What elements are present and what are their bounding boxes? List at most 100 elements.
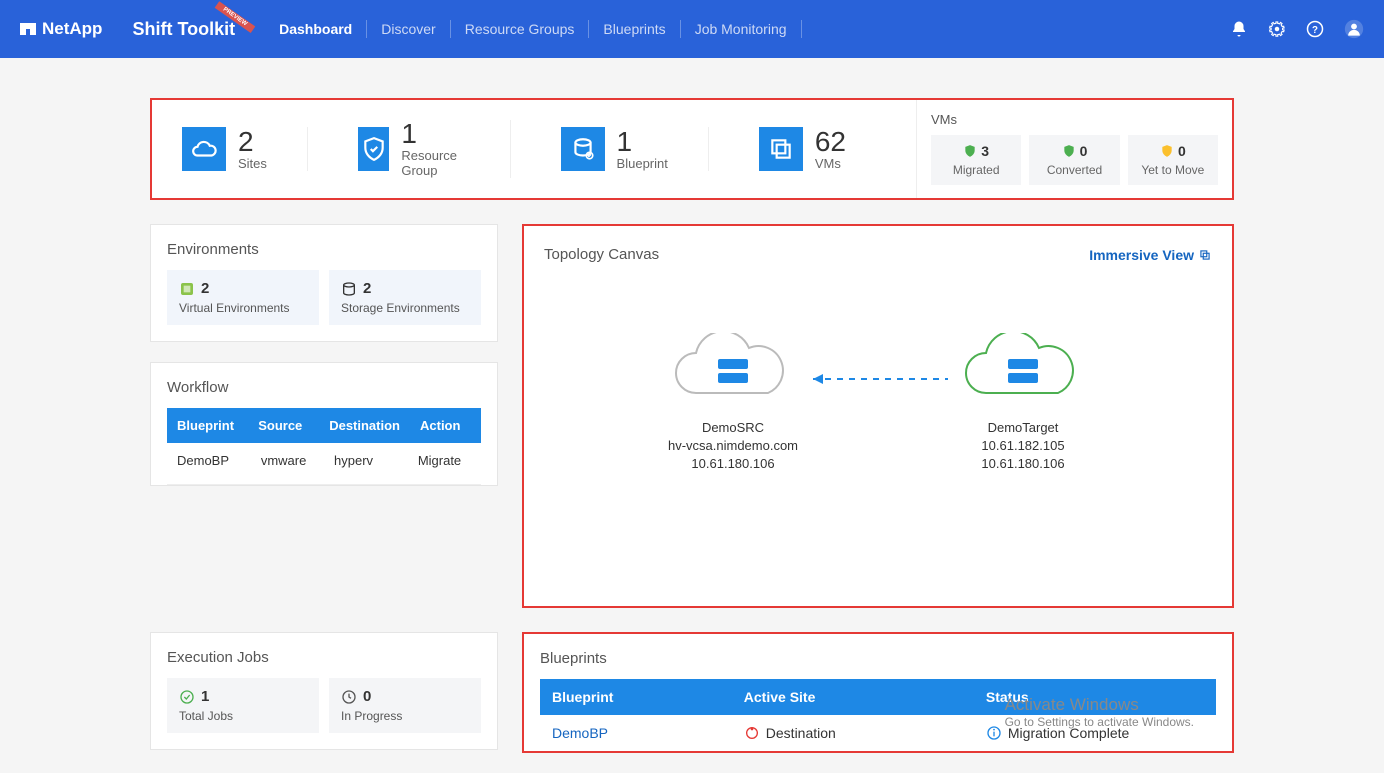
info-circle-icon	[986, 725, 1002, 741]
warning-shield-icon	[1160, 144, 1174, 158]
wf-row-destination: hyperv	[324, 443, 408, 478]
product-name: Shift Toolkit PREVIEW	[132, 19, 235, 40]
nav-resource-groups[interactable]: Resource Groups	[451, 20, 590, 38]
execution-jobs-panel: Execution Jobs 1 Total Jobs 0 In Progres…	[150, 632, 498, 750]
exec-total-value: 1	[201, 688, 209, 705]
blueprints-table-header: Blueprint Active Site Status	[540, 679, 1216, 715]
topology-arrow-icon	[803, 369, 953, 389]
env-title: Environments	[167, 241, 481, 258]
environments-panel: Environments 2 Virtual Environments 2 St…	[150, 224, 498, 342]
source-node-host: hv-vcsa.nimdemo.com	[653, 437, 813, 455]
check-shield-icon	[963, 144, 977, 158]
blueprints-title: Blueprints	[524, 650, 1232, 667]
env-storage-card[interactable]: 2 Storage Environments	[329, 270, 481, 325]
nav-job-monitoring[interactable]: Job Monitoring	[681, 20, 802, 38]
header-actions: ?	[1230, 19, 1364, 39]
exec-inprog-value: 0	[363, 688, 371, 705]
target-node-ip1: 10.61.182.105	[943, 437, 1103, 455]
topology-canvas: DemoSRC hv-vcsa.nimdemo.com 10.61.180.10…	[544, 333, 1212, 474]
immersive-view-link[interactable]: Immersive View	[1089, 247, 1212, 263]
kpi-sites-value: 2	[238, 128, 267, 156]
cloud-source-icon	[668, 333, 798, 411]
topology-source-node[interactable]: DemoSRC hv-vcsa.nimdemo.com 10.61.180.10…	[653, 333, 813, 474]
env-storage-label: Storage Environments	[341, 301, 469, 315]
kpi-vms-label: VMs	[815, 156, 846, 171]
help-icon[interactable]: ?	[1306, 20, 1324, 38]
bell-icon[interactable]	[1230, 20, 1248, 38]
gear-icon[interactable]	[1268, 20, 1286, 38]
clock-icon	[341, 689, 357, 705]
vm-stat-yettomove[interactable]: 0 Yet to Move	[1128, 135, 1218, 185]
product-name-text: Shift Toolkit	[132, 19, 235, 39]
vm-yet-label: Yet to Move	[1132, 163, 1214, 177]
main-nav: Dashboard Discover Resource Groups Bluep…	[265, 20, 1230, 38]
exec-inprog-card[interactable]: 0 In Progress	[329, 678, 481, 733]
check-shield-icon	[1062, 144, 1076, 158]
kpi-summary: 2Sites 1Resource Group 1Blueprint 62VMs …	[150, 98, 1234, 200]
topology-title: Topology Canvas	[544, 246, 659, 263]
vm-stat-converted[interactable]: 0 Converted	[1029, 135, 1119, 185]
vm-box-title: VMs	[931, 112, 1218, 127]
workflow-row[interactable]: DemoBP vmware hyperv Migrate	[167, 443, 481, 485]
workflow-panel: Workflow Blueprint Source Destination Ac…	[150, 362, 498, 486]
target-circle-icon	[744, 725, 760, 741]
env-storage-value: 2	[363, 280, 371, 297]
wf-hdr-action: Action	[410, 408, 481, 443]
shield-icon	[358, 127, 389, 171]
svg-text:?: ?	[1312, 25, 1318, 36]
storage-icon	[341, 281, 357, 297]
vm-converted-value: 0	[1080, 143, 1088, 159]
brand-logo: NetApp	[20, 19, 102, 39]
kpi-vms[interactable]: 62VMs	[759, 127, 886, 171]
vm-yet-value: 0	[1178, 143, 1186, 159]
kpi-rg-value: 1	[401, 120, 469, 148]
nav-blueprints[interactable]: Blueprints	[589, 20, 680, 38]
source-node-name: DemoSRC	[653, 419, 813, 437]
env-virtual-label: Virtual Environments	[179, 301, 307, 315]
cloud-target-icon	[958, 333, 1088, 411]
vmware-icon	[179, 281, 195, 297]
wf-hdr-source: Source	[248, 408, 319, 443]
exec-total-card[interactable]: 1 Total Jobs	[167, 678, 319, 733]
app-header: NetApp Shift Toolkit PREVIEW Dashboard D…	[0, 0, 1384, 58]
bp-hdr-site: Active Site	[732, 679, 974, 715]
env-virtual-value: 2	[201, 280, 209, 297]
kpi-blueprint[interactable]: 1Blueprint	[561, 127, 709, 171]
topology-target-node[interactable]: DemoTarget 10.61.182.105 10.61.180.106	[943, 333, 1103, 474]
exec-total-label: Total Jobs	[179, 709, 307, 723]
kpi-counters: 2Sites 1Resource Group 1Blueprint 62VMs	[152, 100, 916, 198]
kpi-sites-label: Sites	[238, 156, 267, 171]
immersive-view-text: Immersive View	[1089, 247, 1194, 263]
kpi-resource-group[interactable]: 1Resource Group	[358, 120, 511, 178]
vm-icon	[759, 127, 803, 171]
popout-icon	[1198, 248, 1212, 262]
brand-text: NetApp	[42, 19, 102, 39]
blueprints-row[interactable]: DemoBP Destination Migration Complete	[540, 715, 1216, 751]
page-content: 2Sites 1Resource Group 1Blueprint 62VMs …	[0, 58, 1384, 773]
workflow-table-header: Blueprint Source Destination Action	[167, 408, 481, 443]
bp-row-name[interactable]: DemoBP	[540, 715, 732, 751]
blueprints-panel: Blueprints Blueprint Active Site Status …	[522, 632, 1234, 753]
kpi-bp-label: Blueprint	[617, 156, 668, 171]
wf-row-action: Migrate	[408, 443, 481, 478]
vm-migrated-label: Migrated	[935, 163, 1017, 177]
database-icon	[561, 127, 605, 171]
workflow-title: Workflow	[151, 379, 497, 396]
vm-stat-migrated[interactable]: 3 Migrated	[931, 135, 1021, 185]
nav-dashboard[interactable]: Dashboard	[265, 20, 367, 38]
vm-converted-label: Converted	[1033, 163, 1115, 177]
wf-hdr-destination: Destination	[319, 408, 410, 443]
user-icon[interactable]	[1344, 19, 1364, 39]
target-node-name: DemoTarget	[943, 419, 1103, 437]
wf-row-blueprint: DemoBP	[167, 443, 251, 478]
netapp-logo-icon	[20, 21, 36, 37]
kpi-sites[interactable]: 2Sites	[182, 127, 308, 171]
kpi-vms-value: 62	[815, 128, 846, 156]
nav-discover[interactable]: Discover	[367, 20, 450, 38]
env-virtual-card[interactable]: 2 Virtual Environments	[167, 270, 319, 325]
cloud-icon	[182, 127, 226, 171]
source-node-ip: 10.61.180.106	[653, 455, 813, 473]
vm-migrated-value: 3	[981, 143, 989, 159]
bp-row-status: Migration Complete	[1008, 725, 1129, 741]
bp-hdr-status: Status	[974, 679, 1216, 715]
